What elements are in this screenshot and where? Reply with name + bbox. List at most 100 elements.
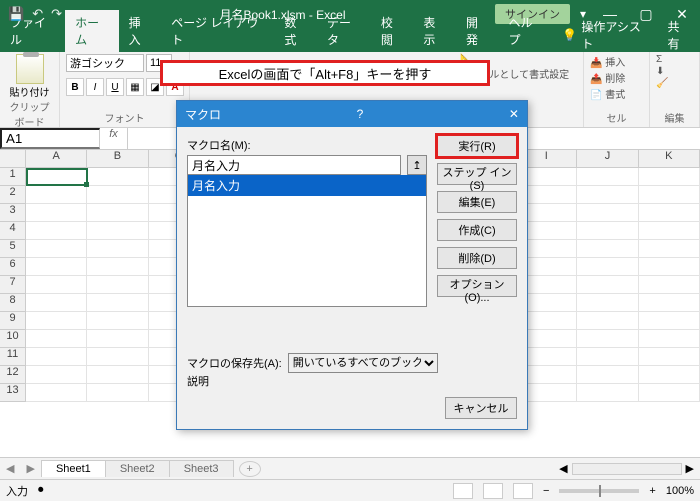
cell[interactable] bbox=[87, 258, 148, 276]
hscroll-right-icon[interactable]: ▶ bbox=[686, 462, 694, 475]
select-all-corner[interactable] bbox=[0, 150, 26, 168]
cell[interactable] bbox=[639, 258, 700, 276]
tab-developer[interactable]: 開発 bbox=[456, 10, 499, 52]
cell[interactable] bbox=[87, 384, 148, 402]
cell-format[interactable]: 📄 書式 bbox=[590, 86, 625, 101]
cell[interactable] bbox=[639, 222, 700, 240]
cell[interactable] bbox=[26, 330, 87, 348]
cell[interactable] bbox=[87, 168, 148, 186]
share-button[interactable]: 共有 bbox=[657, 18, 700, 52]
view-layout-icon[interactable] bbox=[483, 483, 503, 499]
row-header[interactable]: 11 bbox=[0, 348, 26, 366]
sheet-nav-next-icon[interactable]: ▶ bbox=[20, 462, 40, 475]
row-header[interactable]: 3 bbox=[0, 204, 26, 222]
tab-home[interactable]: ホーム bbox=[65, 10, 119, 52]
cell[interactable] bbox=[87, 222, 148, 240]
cell[interactable] bbox=[577, 294, 638, 312]
cell[interactable] bbox=[87, 330, 148, 348]
row-header[interactable]: 4 bbox=[0, 222, 26, 240]
col-header[interactable]: K bbox=[639, 150, 700, 167]
create-button[interactable]: 作成(C) bbox=[437, 219, 517, 241]
cell[interactable] bbox=[577, 366, 638, 384]
delete-button[interactable]: 削除(D) bbox=[437, 247, 517, 269]
cell[interactable] bbox=[87, 348, 148, 366]
cell[interactable] bbox=[577, 186, 638, 204]
paste-button[interactable]: 貼り付け bbox=[10, 54, 50, 99]
step-in-button[interactable]: ステップ イン(S) bbox=[437, 163, 517, 185]
cell[interactable] bbox=[26, 348, 87, 366]
col-header[interactable]: J bbox=[577, 150, 638, 167]
row-header[interactable]: 7 bbox=[0, 276, 26, 294]
fill-icon[interactable]: ⬇ bbox=[656, 66, 668, 77]
new-sheet-button[interactable]: + bbox=[239, 461, 261, 477]
sheet-tab-2[interactable]: Sheet2 bbox=[105, 460, 170, 477]
cell[interactable] bbox=[639, 168, 700, 186]
dialog-titlebar[interactable]: マクロ ? ✕ bbox=[177, 101, 527, 127]
hscroll-track[interactable] bbox=[572, 463, 682, 475]
sheet-tab-3[interactable]: Sheet3 bbox=[169, 460, 234, 477]
cell[interactable] bbox=[639, 366, 700, 384]
dialog-help-icon[interactable]: ? bbox=[357, 107, 364, 121]
cell[interactable] bbox=[87, 186, 148, 204]
undo-icon[interactable]: ↶ bbox=[32, 6, 43, 22]
cell[interactable] bbox=[26, 276, 87, 294]
run-button[interactable]: 実行(R) bbox=[437, 135, 517, 157]
sheet-tab-1[interactable]: Sheet1 bbox=[41, 460, 106, 477]
cell[interactable] bbox=[87, 366, 148, 384]
cell-insert[interactable]: 📥 挿入 bbox=[590, 54, 625, 69]
macro-name-go-icon[interactable]: ↥ bbox=[407, 155, 427, 175]
cell-delete[interactable]: 📤 削除 bbox=[590, 70, 625, 85]
cell[interactable] bbox=[26, 258, 87, 276]
save-icon[interactable]: 💾 bbox=[8, 6, 24, 22]
tab-review[interactable]: 校閲 bbox=[371, 10, 414, 52]
row-header[interactable]: 5 bbox=[0, 240, 26, 258]
cell[interactable] bbox=[577, 222, 638, 240]
row-header[interactable]: 13 bbox=[0, 384, 26, 402]
font-name-input[interactable] bbox=[66, 54, 144, 72]
tab-view[interactable]: 表示 bbox=[413, 10, 456, 52]
cell[interactable] bbox=[639, 330, 700, 348]
dialog-close-icon[interactable]: ✕ bbox=[509, 107, 519, 121]
row-header[interactable]: 2 bbox=[0, 186, 26, 204]
hscroll-left-icon[interactable]: ◀ bbox=[559, 462, 567, 475]
row-header[interactable]: 8 bbox=[0, 294, 26, 312]
cell[interactable] bbox=[577, 258, 638, 276]
cell[interactable] bbox=[26, 384, 87, 402]
cell[interactable] bbox=[26, 204, 87, 222]
cell[interactable] bbox=[639, 348, 700, 366]
macro-list[interactable]: 月名入力 bbox=[187, 175, 427, 307]
cell[interactable] bbox=[639, 312, 700, 330]
cell[interactable] bbox=[577, 276, 638, 294]
cell[interactable] bbox=[87, 240, 148, 258]
clear-icon[interactable]: 🧹 bbox=[656, 78, 668, 89]
cell[interactable] bbox=[87, 312, 148, 330]
cell[interactable] bbox=[26, 312, 87, 330]
underline-button[interactable]: U bbox=[106, 78, 124, 96]
cell[interactable] bbox=[639, 384, 700, 402]
italic-button[interactable]: I bbox=[86, 78, 104, 96]
tell-me[interactable]: 💡操作アシスト bbox=[552, 18, 657, 52]
sheet-nav-prev-icon[interactable]: ◀ bbox=[0, 462, 20, 475]
cell[interactable] bbox=[639, 186, 700, 204]
autosum-icon[interactable]: Σ bbox=[656, 54, 668, 65]
row-header[interactable]: 12 bbox=[0, 366, 26, 384]
zoom-out-icon[interactable]: − bbox=[543, 485, 549, 497]
cell[interactable] bbox=[639, 204, 700, 222]
tab-help[interactable]: ヘルプ bbox=[499, 10, 553, 52]
cell[interactable] bbox=[639, 240, 700, 258]
row-header[interactable]: 6 bbox=[0, 258, 26, 276]
view-break-icon[interactable] bbox=[513, 483, 533, 499]
cell[interactable] bbox=[87, 294, 148, 312]
cell[interactable] bbox=[577, 330, 638, 348]
options-button[interactable]: オプション(O)... bbox=[437, 275, 517, 297]
row-header[interactable]: 9 bbox=[0, 312, 26, 330]
cell[interactable] bbox=[577, 240, 638, 258]
tab-data[interactable]: データ bbox=[317, 10, 371, 52]
macro-record-icon[interactable]: ⏺ bbox=[38, 484, 44, 497]
tab-insert[interactable]: 挿入 bbox=[119, 10, 162, 52]
zoom-slider[interactable] bbox=[559, 489, 639, 493]
bold-button[interactable]: B bbox=[66, 78, 84, 96]
cell[interactable] bbox=[87, 276, 148, 294]
col-header[interactable]: B bbox=[87, 150, 148, 167]
zoom-in-icon[interactable]: + bbox=[649, 485, 655, 497]
